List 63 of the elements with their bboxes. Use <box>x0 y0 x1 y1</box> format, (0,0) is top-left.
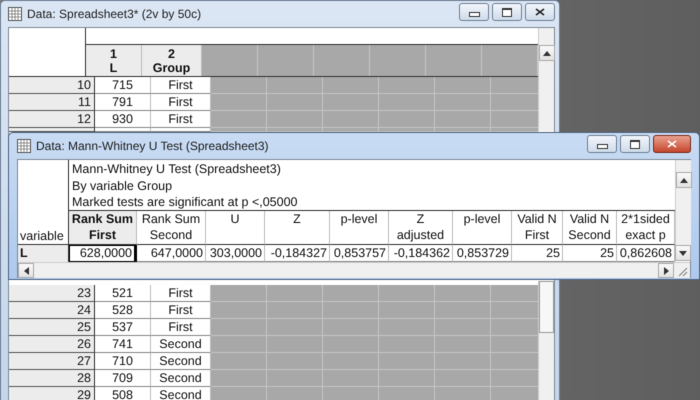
row-header[interactable]: 24 <box>9 302 95 319</box>
header-text: Marked tests are significant at p <,05000 <box>72 194 298 210</box>
row-header[interactable]: 26 <box>9 336 95 353</box>
scroll-left-button[interactable] <box>18 263 34 278</box>
column-header[interactable]: p-level <box>330 211 389 245</box>
header-text: By variable Group <box>72 178 174 194</box>
table-cell: 710 <box>95 353 151 370</box>
table-cell: 791 <box>95 94 151 111</box>
scrollbar[interactable] <box>538 281 554 400</box>
row-header[interactable]: 11 <box>9 94 95 111</box>
scrollbar[interactable] <box>538 28 554 131</box>
window-title: Data: Mann-Whitney U Test (Spreadsheet3) <box>36 139 269 153</box>
close-icon <box>535 8 545 16</box>
arrow-right-icon <box>664 266 668 274</box>
row-header[interactable]: 10 <box>9 77 95 94</box>
table-cell: 521 <box>95 285 151 302</box>
row-header[interactable]: 25 <box>9 319 95 336</box>
row-header[interactable]: 12 <box>9 111 95 128</box>
column-header[interactable]: Rank Sum Second <box>137 211 206 245</box>
table-cell: 709 <box>95 370 151 387</box>
arrow-down-icon <box>679 250 687 256</box>
column-header[interactable]: 2 Group <box>142 45 202 76</box>
arrow-left-icon <box>24 266 28 274</box>
table-cell: 528 <box>95 302 151 319</box>
minimize-button[interactable] <box>587 135 617 153</box>
table-cell: 715 <box>95 77 151 94</box>
row-header[interactable]: 23 <box>9 285 95 302</box>
row-header[interactable]: 27 <box>9 353 95 370</box>
grid-icon <box>8 7 22 21</box>
close-button[interactable] <box>653 135 691 153</box>
row-header[interactable]: 29 <box>9 387 95 400</box>
scroll-up-button[interactable] <box>539 45 555 61</box>
resize-grip-icon[interactable] <box>676 264 688 276</box>
column-header[interactable]: 1 L <box>86 45 142 76</box>
header-text: Mann-Whitney U Test (Spreadsheet3) <box>72 161 282 178</box>
table-cell: 930 <box>95 111 151 128</box>
column-header[interactable]: Z <box>265 211 330 245</box>
column-header[interactable]: Valid N First <box>512 211 563 245</box>
table-cell: 508 <box>95 387 151 400</box>
row-header[interactable]: L <box>18 245 69 262</box>
maximize-button[interactable] <box>492 3 522 21</box>
column-header[interactable]: 2*1sided exact p <box>617 211 675 245</box>
column-header[interactable]: U <box>206 211 265 245</box>
column-header[interactable]: p-level <box>453 211 512 245</box>
scroll-right-button[interactable] <box>658 263 674 278</box>
arrow-up-icon <box>543 50 551 56</box>
table-cell: 537 <box>95 319 151 336</box>
close-button[interactable] <box>525 3 555 21</box>
row-header[interactable]: 28 <box>9 370 95 387</box>
close-icon <box>667 140 677 148</box>
row-header[interactable] <box>9 128 95 132</box>
scroll-thumb[interactable] <box>539 281 554 333</box>
minimize-button[interactable] <box>459 3 489 21</box>
column-header[interactable]: Valid N Second <box>563 211 617 245</box>
column-header[interactable]: Z adjusted <box>389 211 453 245</box>
scroll-down-button[interactable] <box>675 245 691 261</box>
maximize-button[interactable] <box>620 135 650 153</box>
scroll-up-button[interactable] <box>676 172 692 188</box>
column-header[interactable]: Rank Sum First <box>69 211 137 245</box>
arrow-up-icon <box>680 178 688 182</box>
table-cell: 741 <box>95 336 151 353</box>
grid-icon <box>17 139 31 153</box>
window-title: Data: Spreadsheet3* (2v by 50c) <box>27 7 202 21</box>
